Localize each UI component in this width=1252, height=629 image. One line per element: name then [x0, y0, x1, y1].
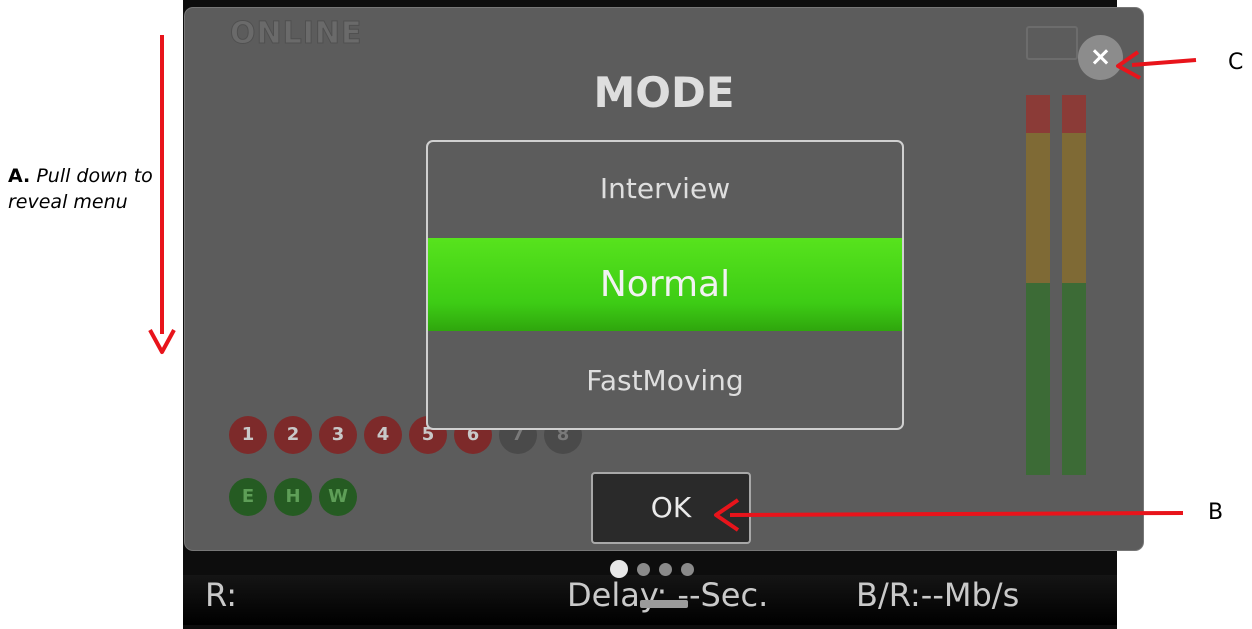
arrow-b [714, 498, 1184, 532]
arrow-c [1116, 50, 1197, 80]
annotation-arrows [148, 35, 1197, 532]
arrow-a [148, 35, 176, 354]
